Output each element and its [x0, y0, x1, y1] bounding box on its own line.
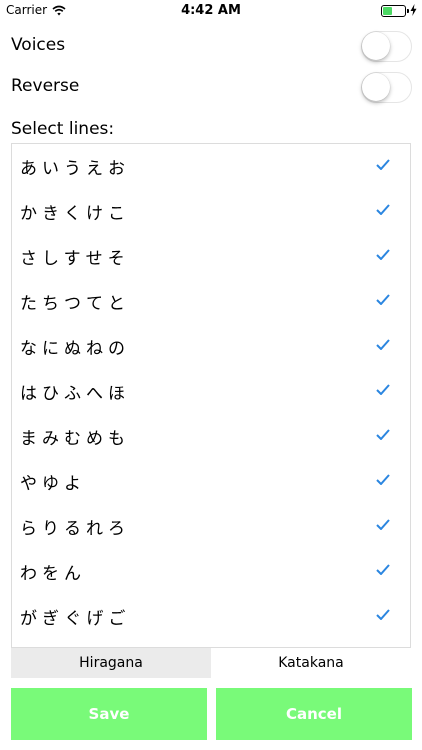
line-label: らりるれろ — [20, 519, 130, 539]
save-button[interactable]: Save — [11, 688, 207, 740]
line-row-ra[interactable]: らりるれろ — [12, 504, 410, 549]
voices-row: Voices — [0, 27, 422, 67]
checkmark-icon — [376, 564, 390, 575]
line-row-ta[interactable]: たちつてと — [12, 279, 410, 324]
checkmark-icon — [376, 384, 390, 395]
line-label: なにぬねの — [20, 339, 130, 359]
reverse-label: Reverse — [11, 76, 80, 96]
tab-katakana[interactable]: Katakana — [211, 648, 411, 678]
tab-hiragana[interactable]: Hiragana — [11, 648, 211, 678]
toggle-knob — [362, 32, 390, 60]
line-label: あいうえお — [20, 159, 130, 179]
cancel-button[interactable]: Cancel — [216, 688, 412, 740]
toggle-knob — [362, 73, 390, 101]
line-row-sa[interactable]: さしすせそ — [12, 234, 410, 279]
line-label: やゆよ — [20, 474, 86, 494]
battery-level — [383, 7, 393, 15]
line-row-wa[interactable]: わをん — [12, 549, 410, 594]
line-row-a[interactable]: あいうえお — [12, 144, 410, 189]
line-row-na[interactable]: なにぬねの — [12, 324, 410, 369]
line-row-ga[interactable]: がぎぐげご — [12, 594, 410, 639]
line-label: まみむめも — [20, 429, 130, 449]
battery-icon — [381, 5, 409, 17]
bolt-icon — [410, 4, 417, 16]
line-label: はひふへほ — [20, 384, 130, 404]
line-row-ya[interactable]: やゆよ — [12, 459, 410, 504]
line-label: わをん — [20, 564, 86, 584]
checkmark-icon — [376, 249, 390, 260]
line-row-ha[interactable]: はひふへほ — [12, 369, 410, 414]
line-label: たちつてと — [20, 294, 130, 314]
checkmark-icon — [376, 519, 390, 530]
line-label: かきくけこ — [20, 204, 130, 224]
battery-tip — [407, 9, 409, 13]
clock-time: 4:42 AM — [181, 3, 241, 18]
line-row-ka[interactable]: かきくけこ — [12, 189, 410, 234]
status-bar: Carrier 4:42 AM — [0, 0, 422, 22]
line-row-ma[interactable]: まみむめも — [12, 414, 410, 459]
checkmark-icon — [376, 339, 390, 350]
checkmark-icon — [376, 204, 390, 215]
script-selector: Hiragana Katakana — [11, 648, 411, 678]
reverse-row: Reverse — [0, 68, 422, 108]
voices-label: Voices — [11, 35, 66, 55]
checkmark-icon — [376, 159, 390, 170]
line-label: さしすせそ — [20, 249, 130, 269]
voices-toggle[interactable] — [361, 31, 412, 62]
checkmark-icon — [376, 474, 390, 485]
checkmark-icon — [376, 609, 390, 620]
checkmark-icon — [376, 429, 390, 440]
select-lines-label: Select lines: — [11, 119, 115, 139]
lines-list[interactable]: あいうえお かきくけこ さしすせそ たちつてと なにぬねの はひふへほ まみむめ… — [11, 143, 411, 648]
line-label: がぎぐげご — [20, 609, 131, 629]
reverse-toggle[interactable] — [361, 72, 412, 103]
checkmark-icon — [376, 294, 390, 305]
